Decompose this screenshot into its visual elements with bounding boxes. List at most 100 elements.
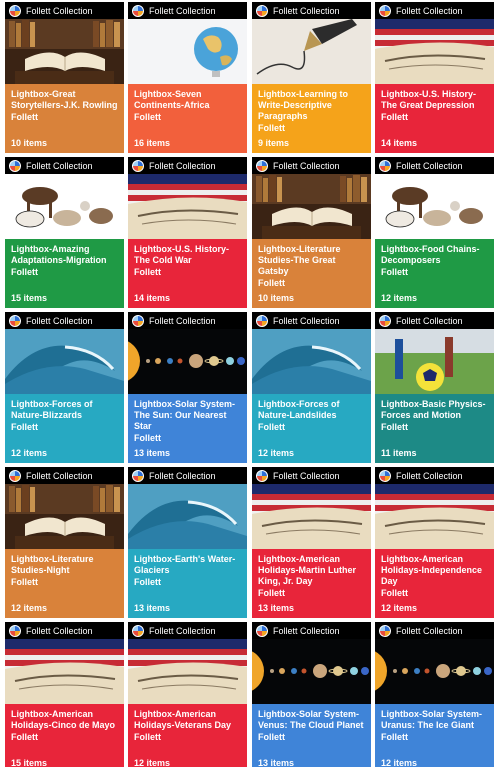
card-header: Follett Collection [5,312,124,329]
collection-label: Follett Collection [149,5,216,16]
follett-logo-icon [379,624,391,637]
card-publisher: Follett [11,267,38,277]
collection-card[interactable]: Follett Collection Lightbox-Seven Contin… [128,2,247,153]
card-publisher: Follett [134,267,161,277]
card-header: Follett Collection [5,622,124,639]
follett-logo-icon [9,624,21,637]
card-header: Follett Collection [375,622,494,639]
card-title: Lightbox-Basic Physics-Forces and Motion [381,399,486,420]
card-info: Lightbox-American Holidays-Independence … [375,549,494,618]
collection-label: Follett Collection [273,315,340,326]
card-thumbnail [375,19,494,84]
follett-logo-icon [9,4,21,17]
collection-card[interactable]: Follett Collection Lightbox-Amazing Adap… [5,157,124,308]
card-publisher: Follett [381,422,408,432]
card-publisher: Follett [381,267,408,277]
card-thumbnail [375,174,494,239]
collection-card[interactable]: Follett Collection Lightbox-Earth's Wate… [128,467,247,618]
card-item-count: 13 items [134,448,171,458]
card-publisher: Follett [258,732,285,742]
follett-logo-icon [9,469,21,482]
card-publisher: Follett [11,577,38,587]
card-header: Follett Collection [375,312,494,329]
card-header: Follett Collection [128,2,247,19]
card-info: Lightbox-Earth's Water-Glaciers Follett … [128,549,247,618]
collection-card[interactable]: Follett Collection Lightbox-American Hol… [252,467,371,618]
collection-label: Follett Collection [149,625,216,636]
collection-card[interactable]: Follett Collection Lightbox-Solar System… [252,622,371,767]
card-title: Lightbox-American Holidays-Cinco de Mayo [11,709,116,730]
collection-card[interactable]: Follett Collection Lightbox-U.S. History… [375,2,494,153]
collection-label: Follett Collection [149,315,216,326]
card-info: Lightbox-Solar System-Venus: The Cloud P… [252,704,371,767]
card-thumbnail [5,639,124,704]
collection-card[interactable]: Follett Collection Lightbox-Learning to … [252,2,371,153]
card-header: Follett Collection [252,312,371,329]
card-header: Follett Collection [252,467,371,484]
card-publisher: Follett [11,112,38,122]
card-publisher: Follett [11,732,38,742]
card-info: Lightbox-American Holidays-Veterans Day … [128,704,247,767]
card-title: Lightbox-Amazing Adaptations-Migration [11,244,107,265]
card-info: Lightbox-Forces of Nature-Blizzards Foll… [5,394,124,463]
collection-label: Follett Collection [396,470,463,481]
card-title: Lightbox-U.S. History-The Great Depressi… [381,89,476,110]
card-thumbnail [128,639,247,704]
card-thumbnail [128,19,247,84]
card-publisher: Follett [258,123,285,133]
collection-card[interactable]: Follett Collection Lightbox-American Hol… [375,467,494,618]
card-item-count: 15 items [11,293,48,303]
follett-logo-icon [379,469,391,482]
card-publisher: Follett [258,588,285,598]
card-item-count: 12 items [381,293,418,303]
collection-card[interactable]: Follett Collection Lightbox-Literature S… [5,467,124,618]
follett-logo-icon [379,314,391,327]
card-thumbnail [252,19,371,84]
collection-label: Follett Collection [26,625,93,636]
card-title: Lightbox-American Holidays-Martin Luther… [258,554,357,586]
card-info: Lightbox-Literature Studies-The Great Ga… [252,239,371,308]
card-header: Follett Collection [252,622,371,639]
collection-card[interactable]: Follett Collection Lightbox-Great Storyt… [5,2,124,153]
collection-grid: Follett Collection Lightbox-Great Storyt… [5,2,495,767]
collection-card[interactable]: Follett Collection Lightbox-Food Chains-… [375,157,494,308]
card-info: Lightbox-Amazing Adaptations-Migration F… [5,239,124,308]
card-title: Lightbox-Literature Studies-The Great Ga… [258,244,341,276]
card-item-count: 13 items [134,603,171,613]
follett-logo-icon [256,4,268,17]
collection-card[interactable]: Follett Collection Lightbox-Solar System… [128,312,247,463]
card-item-count: 13 items [258,603,295,613]
follett-logo-icon [256,159,268,172]
collection-card[interactable]: Follett Collection Lightbox-Solar System… [375,622,494,767]
card-thumbnail [5,484,124,549]
collection-card[interactable]: Follett Collection Lightbox-American Hol… [128,622,247,767]
card-publisher: Follett [134,732,161,742]
card-title: Lightbox-Solar System-The Sun: Our Neare… [134,399,236,431]
collection-card[interactable]: Follett Collection Lightbox-Literature S… [252,157,371,308]
collection-label: Follett Collection [26,315,93,326]
card-item-count: 14 items [381,138,418,148]
card-info: Lightbox-U.S. History-The Cold War Folle… [128,239,247,308]
collection-card[interactable]: Follett Collection Lightbox-U.S. History… [128,157,247,308]
card-publisher: Follett [381,732,408,742]
card-publisher: Follett [258,278,285,288]
card-header: Follett Collection [5,157,124,174]
card-title: Lightbox-U.S. History-The Cold War [134,244,229,265]
card-header: Follett Collection [128,312,247,329]
collection-label: Follett Collection [396,625,463,636]
collection-card[interactable]: Follett Collection Lightbox-Forces of Na… [252,312,371,463]
card-thumbnail [5,329,124,394]
card-info: Lightbox-Food Chains-Decomposers Follett… [375,239,494,308]
card-thumbnail [252,639,371,704]
card-publisher: Follett [134,433,161,443]
collection-label: Follett Collection [396,5,463,16]
follett-logo-icon [132,4,144,17]
card-item-count: 12 items [381,758,418,767]
collection-card[interactable]: Follett Collection Lightbox-Basic Physic… [375,312,494,463]
collection-card[interactable]: Follett Collection Lightbox-American Hol… [5,622,124,767]
card-publisher: Follett [134,112,161,122]
card-thumbnail [375,484,494,549]
collection-card[interactable]: Follett Collection Lightbox-Forces of Na… [5,312,124,463]
card-item-count: 12 items [11,603,48,613]
card-info: Lightbox-Learning to Write-Descriptive P… [252,84,371,153]
